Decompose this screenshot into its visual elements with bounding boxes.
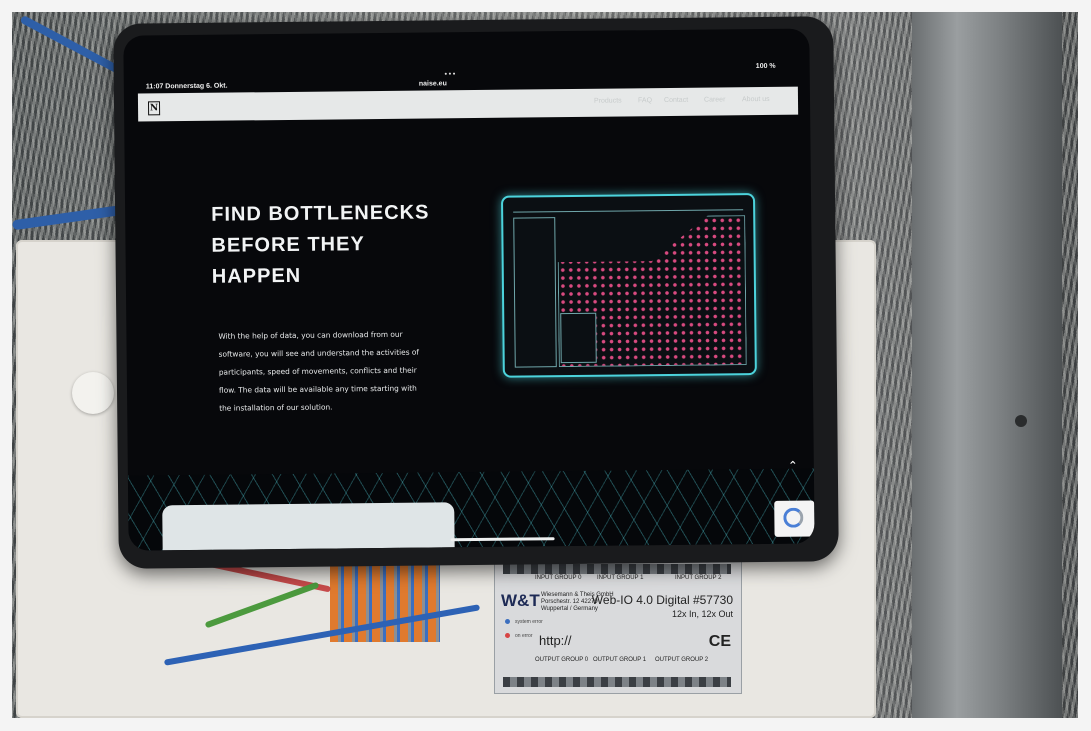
- module-input-group-label: INPUT GROUP 2: [675, 575, 722, 581]
- multitask-dots: •••: [443, 70, 457, 79]
- recaptcha-badge[interactable]: [774, 500, 815, 537]
- enclosure-knob: [72, 372, 114, 414]
- hero-title: FIND BOTTLENECKS BEFORE THEY HAPPEN: [211, 201, 430, 288]
- module-input-group-label: INPUT GROUP 1: [597, 575, 644, 581]
- screenshot-toolbar: [513, 203, 744, 213]
- module-output-group-label: OUTPUT GROUP 0: [535, 657, 589, 663]
- module-model: Web-IO 4.0 Digital #57730: [591, 593, 733, 607]
- software-screenshot: [500, 193, 757, 378]
- nav-contact[interactable]: Contact: [664, 97, 688, 104]
- module-http: http://: [539, 633, 572, 648]
- module-io: 12x In, 12x Out: [671, 609, 733, 619]
- photo: INPUT GROUP 0 INPUT GROUP 1 INPUT GROUP …: [12, 12, 1078, 718]
- system-error-label: system error: [515, 619, 543, 625]
- site-logo[interactable]: N: [147, 101, 161, 116]
- status-time: 11:07 Donnerstag 6. Okt.: [145, 82, 228, 91]
- nav-about-us[interactable]: About us: [742, 96, 770, 103]
- nav-career[interactable]: Career: [704, 96, 725, 103]
- nav-products[interactable]: Products: [594, 97, 622, 104]
- module-terminals-bottom: [503, 677, 731, 687]
- web-io-module: INPUT GROUP 0 INPUT GROUP 1 INPUT GROUP …: [494, 560, 742, 694]
- screenshot-sidebar: [513, 217, 557, 368]
- hero-body: With the help of data, you can download …: [218, 329, 420, 413]
- address-bar-url[interactable]: naise.eu: [419, 80, 447, 87]
- screenshot-inset: [560, 312, 597, 364]
- rail-hole: [1015, 415, 1027, 427]
- module-brand: W&T: [501, 591, 540, 610]
- module-input-group-label: INPUT GROUP 0: [535, 575, 582, 581]
- tablet: ••• 11:07 Donnerstag 6. Okt. naise.eu 10…: [113, 16, 839, 569]
- on-error-label: on error: [515, 633, 533, 639]
- nav-faq[interactable]: FAQ: [638, 97, 652, 104]
- module-output-group-label: OUTPUT GROUP 2: [655, 657, 709, 663]
- recaptcha-icon: [783, 507, 804, 528]
- on-error-led: [505, 633, 510, 638]
- site-navbar: N Products FAQ Contact Career About us: [137, 86, 799, 122]
- next-section-card: [162, 502, 455, 551]
- module-terminals-top: [503, 564, 731, 574]
- system-error-led: [505, 619, 510, 624]
- battery-status: 100 %: [755, 62, 776, 71]
- module-ce-mark: CE: [708, 633, 731, 650]
- module-output-group-label: OUTPUT GROUP 1: [593, 657, 647, 663]
- scroll-top-icon[interactable]: ⌃: [788, 459, 798, 473]
- tablet-screen: ••• 11:07 Donnerstag 6. Okt. naise.eu 10…: [123, 28, 815, 551]
- metal-rail: [912, 12, 1062, 718]
